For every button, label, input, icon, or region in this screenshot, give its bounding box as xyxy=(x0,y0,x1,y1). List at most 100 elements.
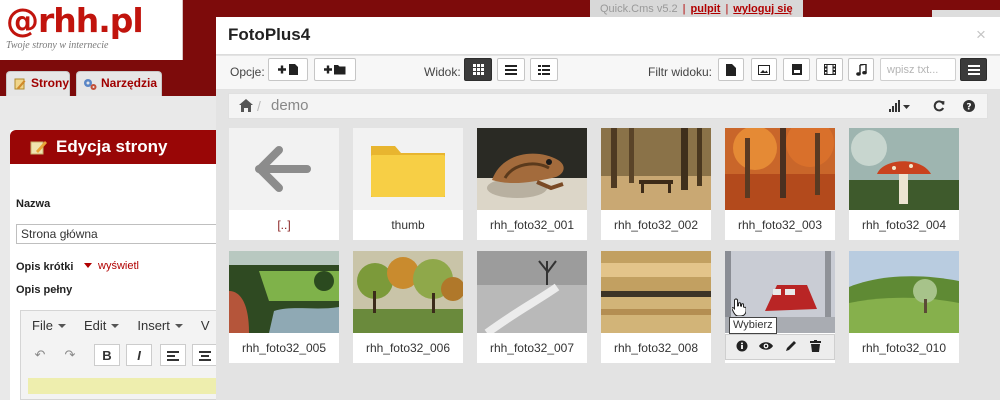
home-icon[interactable] xyxy=(239,99,253,112)
tile-label: rhh_foto32_001 xyxy=(489,218,575,232)
editor-highlight xyxy=(28,378,228,394)
autumn-trees-photo-thumbnail xyxy=(353,251,463,333)
tab-tools[interactable]: Narzędzia xyxy=(76,71,162,96)
select-tooltip: Wybierz xyxy=(729,317,777,334)
show-toggle-label: wyświetl xyxy=(98,260,139,272)
file-tile-image[interactable]: rhh_foto32_002 xyxy=(601,128,711,240)
file-tile-image[interactable]: rhh_foto32_010 xyxy=(849,251,959,363)
view-details-button[interactable] xyxy=(530,58,558,81)
menu-file[interactable]: File xyxy=(32,318,66,333)
eye-icon[interactable] xyxy=(759,340,773,355)
menu-view[interactable]: V xyxy=(201,318,210,333)
tab-pages-label: Strony xyxy=(31,76,70,90)
help-icon[interactable]: ? xyxy=(963,100,975,112)
page-name-input[interactable]: Strona główna xyxy=(16,224,230,244)
hand-cursor-icon xyxy=(732,298,746,316)
breadcrumb-current-dir[interactable]: demo xyxy=(271,97,309,114)
filter-documents-button[interactable] xyxy=(718,58,744,81)
bold-button[interactable]: B xyxy=(94,344,120,366)
breadcrumb-separator: / xyxy=(257,98,261,114)
file-tile-image[interactable]: rhh_foto32_007 xyxy=(477,251,587,363)
music-icon xyxy=(855,63,867,76)
tile-label: rhh_foto32_010 xyxy=(861,341,947,355)
short-desc-label: Opis krótki xyxy=(16,261,74,273)
tile-hover-actions xyxy=(725,334,835,360)
panel-title: Edycja strony xyxy=(10,130,230,164)
menu-icon xyxy=(967,64,980,75)
align-center-icon xyxy=(199,351,211,361)
back-arrow-icon xyxy=(229,128,339,210)
file-tile-folder[interactable]: thumb xyxy=(353,128,463,240)
align-left-button[interactable] xyxy=(160,344,186,366)
menu-insert[interactable]: Insert xyxy=(137,318,183,333)
version-label: Quick.Cms v5.2 xyxy=(600,3,678,15)
gears-icon xyxy=(84,79,97,90)
close-icon[interactable]: × xyxy=(976,25,986,45)
tile-label: rhh_foto32_002 xyxy=(613,218,699,232)
undo-button[interactable]: ↶ xyxy=(30,344,50,366)
file-tile-image[interactable]: rhh_foto32_004 xyxy=(849,128,959,240)
menu-toggle-button[interactable] xyxy=(960,58,987,81)
filter-audio-button[interactable] xyxy=(848,58,874,81)
info-icon[interactable] xyxy=(736,340,748,355)
name-label: Nazwa xyxy=(16,198,51,210)
file-tile-image[interactable]: rhh_foto32_005 xyxy=(229,251,339,363)
align-center-button[interactable] xyxy=(192,344,218,366)
logout-link[interactable]: wyloguj się xyxy=(733,3,792,15)
dashboard-link[interactable]: pulpit xyxy=(691,3,721,15)
film-icon xyxy=(823,64,836,75)
image-icon xyxy=(758,64,770,75)
folder-icon xyxy=(353,128,463,210)
tile-label: rhh_foto32_008 xyxy=(613,341,699,355)
document-icon xyxy=(726,63,736,76)
trash-icon[interactable] xyxy=(810,340,821,355)
filter-label: Filtr widoku: xyxy=(648,65,713,79)
file-tile-parent[interactable]: [..] xyxy=(229,128,339,240)
top-user-bar: Quick.Cms v5.2 | pulpit | wyloguj się xyxy=(590,0,803,18)
grid-icon xyxy=(472,64,484,75)
modal-title: FotoPlus4 xyxy=(228,25,311,44)
add-folder-button[interactable] xyxy=(314,58,356,81)
filter-search-input[interactable] xyxy=(880,58,956,81)
plus-file-icon xyxy=(278,64,298,75)
filter-video-button[interactable] xyxy=(816,58,843,81)
refresh-icon[interactable] xyxy=(933,100,945,112)
pencil-icon[interactable] xyxy=(785,340,797,355)
menu-edit[interactable]: Edit xyxy=(84,318,120,333)
tab-tools-label: Narzędzia xyxy=(101,76,158,90)
modal-header: FotoPlus4 × xyxy=(216,17,1000,55)
add-file-button[interactable] xyxy=(268,58,308,81)
logo-tagline: Twoje strony w internecie xyxy=(6,40,109,51)
show-short-desc-toggle[interactable]: wyświetl xyxy=(84,260,139,272)
river-valley-photo-thumbnail xyxy=(229,251,339,333)
list-icon xyxy=(505,64,517,75)
road-bw-photo-thumbnail xyxy=(477,251,587,333)
file-tile-image[interactable]: rhh_foto32_003 xyxy=(725,128,835,240)
file-tile-image[interactable]: rhh_foto32_006 xyxy=(353,251,463,363)
tile-label: rhh_foto32_004 xyxy=(861,218,947,232)
archive-icon xyxy=(791,64,802,75)
file-tile-image[interactable]: rhh_foto32_008 xyxy=(601,251,711,363)
mushroom-photo-thumbnail xyxy=(849,128,959,210)
panel-title-text: Edycja strony xyxy=(56,137,168,156)
site-logo[interactable]: @rhh.pl Twoje strony w internecie xyxy=(0,0,183,60)
view-grid-button[interactable] xyxy=(464,58,492,81)
details-list-icon xyxy=(538,64,550,75)
file-tile-image[interactable]: rhh_foto32_001 xyxy=(477,128,587,240)
caret-down-icon xyxy=(84,263,92,268)
tab-pages[interactable]: Strony xyxy=(6,71,70,96)
main-tabs: Strony Narzędzia xyxy=(0,66,216,96)
svg-text:?: ? xyxy=(966,103,971,113)
autumn-forest-photo-thumbnail xyxy=(725,128,835,210)
view-label: Widok: xyxy=(424,65,461,79)
sort-icon[interactable] xyxy=(889,100,911,112)
tile-label: rhh_foto32_005 xyxy=(241,341,327,355)
filter-images-button[interactable] xyxy=(751,58,777,81)
pencil-icon xyxy=(14,78,26,90)
redo-button[interactable]: ↷ xyxy=(60,344,80,366)
plus-folder-icon xyxy=(324,65,346,75)
italic-button[interactable]: I xyxy=(126,344,152,366)
view-list-button[interactable] xyxy=(497,58,525,81)
filter-archives-button[interactable] xyxy=(783,58,810,81)
align-left-icon xyxy=(167,351,179,361)
